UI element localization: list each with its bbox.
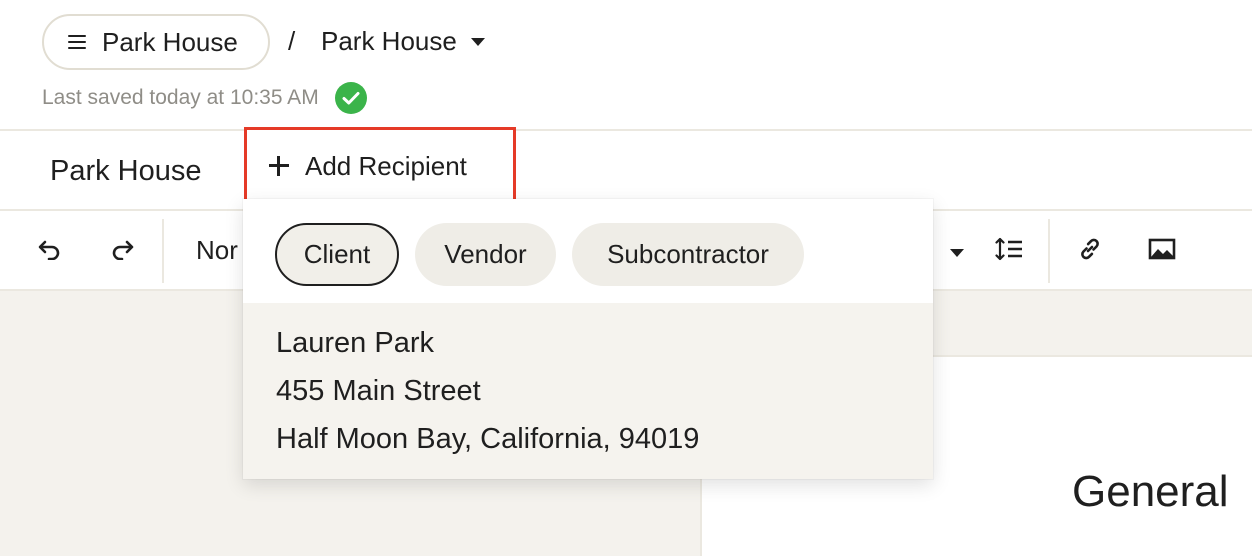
tab-client[interactable]: Client xyxy=(275,223,399,286)
recipient-street: 455 Main Street xyxy=(276,375,481,407)
last-saved-text: Last saved today at 10:35 AM xyxy=(42,86,319,109)
tab-vendor[interactable]: Vendor xyxy=(415,223,556,286)
add-recipient-button[interactable]: Add Recipient xyxy=(244,127,516,205)
project-breadcrumb-button[interactable]: Park House xyxy=(42,14,270,70)
current-document-name: Park House xyxy=(321,26,457,56)
top-header: Park House / Park House Last saved today… xyxy=(0,0,1252,129)
document-switcher[interactable]: Park House xyxy=(321,26,485,57)
document-title: Park House xyxy=(50,155,202,187)
link-icon xyxy=(1077,236,1103,267)
breadcrumb-separator: / xyxy=(288,26,296,56)
line-spacing-button[interactable] xyxy=(993,235,1025,267)
redo-button[interactable] xyxy=(106,235,138,267)
toolbar-divider xyxy=(1048,219,1050,283)
project-name: Park House xyxy=(102,26,238,57)
save-status: Last saved today at 10:35 AM xyxy=(42,82,367,114)
chevron-down-icon[interactable] xyxy=(950,249,964,257)
text-style-select[interactable]: Nor xyxy=(196,235,238,266)
page-heading: General xyxy=(1072,467,1229,516)
insert-image-button[interactable] xyxy=(1146,235,1178,267)
undo-icon xyxy=(37,238,63,265)
recipient-dropdown: Client Vendor Subcontractor Lauren Park … xyxy=(243,199,933,479)
plus-icon xyxy=(269,156,289,176)
undo-button[interactable] xyxy=(34,235,66,267)
recipient-name: Lauren Park xyxy=(276,327,434,359)
chevron-down-icon xyxy=(470,37,485,46)
insert-link-button[interactable] xyxy=(1074,235,1106,267)
add-recipient-label: Add Recipient xyxy=(305,150,467,181)
line-spacing-icon xyxy=(995,237,1023,266)
recipient-type-tabs: Client Vendor Subcontractor xyxy=(243,199,933,303)
menu-icon xyxy=(68,35,86,49)
tab-subcontractor[interactable]: Subcontractor xyxy=(572,223,804,286)
toolbar-divider xyxy=(162,219,164,283)
document-title-row: Park House Add Recipient xyxy=(0,127,1252,209)
redo-icon xyxy=(109,238,135,265)
check-circle-icon xyxy=(334,82,367,114)
recipient-city-state-zip: Half Moon Bay, California, 94019 xyxy=(276,423,700,455)
recipient-address-option[interactable]: Lauren Park 455 Main Street Half Moon Ba… xyxy=(243,303,933,479)
image-icon xyxy=(1148,237,1176,266)
